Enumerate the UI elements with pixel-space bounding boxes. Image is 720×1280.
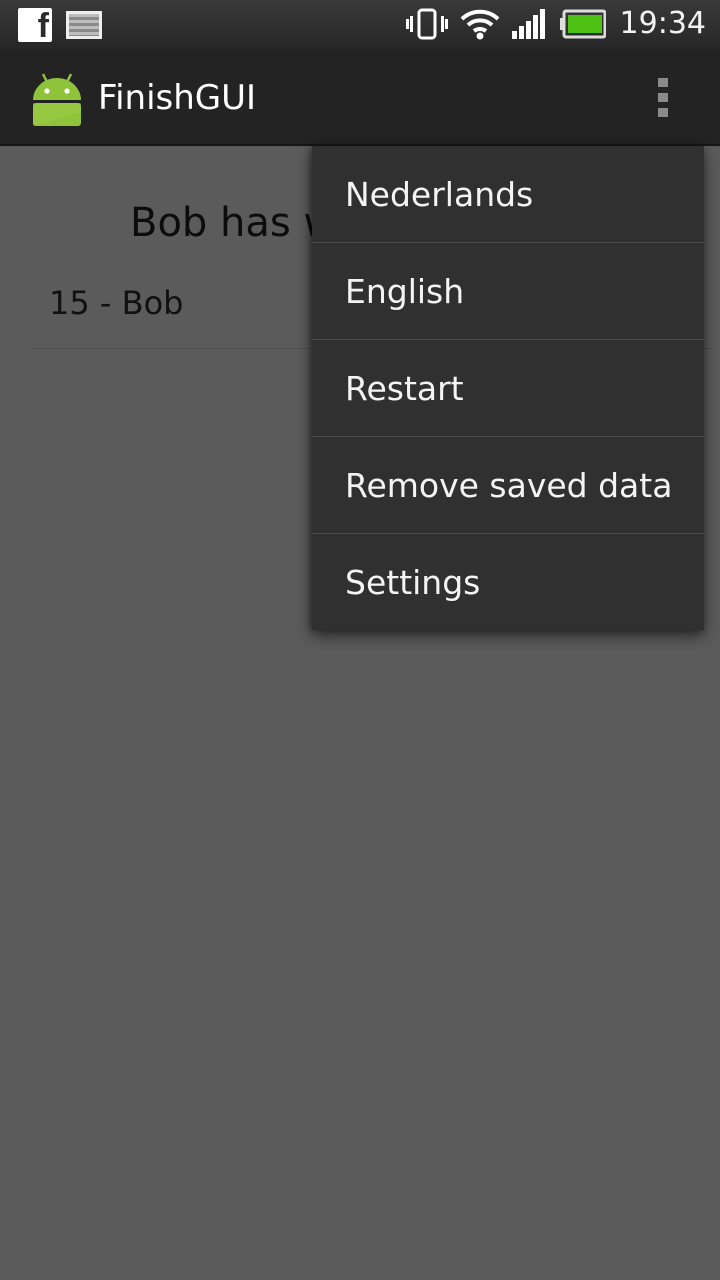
facebook-glyph: f	[37, 7, 49, 45]
menu-item-english[interactable]: English	[312, 243, 704, 340]
system-icons: 19:34	[405, 6, 706, 41]
overflow-menu: Nederlands English Restart Remove saved …	[312, 146, 704, 630]
overflow-menu-icon[interactable]	[652, 74, 676, 120]
score-label: 15 - Bob	[49, 284, 184, 322]
notification-icons: f	[18, 7, 102, 45]
winner-heading: Bob has w	[130, 200, 337, 246]
wifi-icon	[460, 9, 499, 39]
menu-item-remove-saved-data[interactable]: Remove saved data	[312, 437, 704, 534]
android-icon[interactable]	[30, 72, 84, 126]
clock: 19:34	[619, 6, 706, 41]
menu-item-nederlands[interactable]: Nederlands	[312, 146, 704, 243]
status-bar: f 19:34	[0, 0, 720, 50]
signal-icon	[511, 8, 545, 39]
app-title: FinishGUI	[98, 78, 257, 118]
gallery-icon	[66, 11, 102, 39]
menu-item-settings[interactable]: Settings	[312, 534, 704, 630]
action-bar: FinishGUI	[0, 50, 720, 146]
vibrate-icon	[405, 8, 448, 39]
battery-icon	[559, 9, 606, 38]
menu-item-restart[interactable]: Restart	[312, 340, 704, 437]
facebook-icon: f	[18, 7, 52, 45]
